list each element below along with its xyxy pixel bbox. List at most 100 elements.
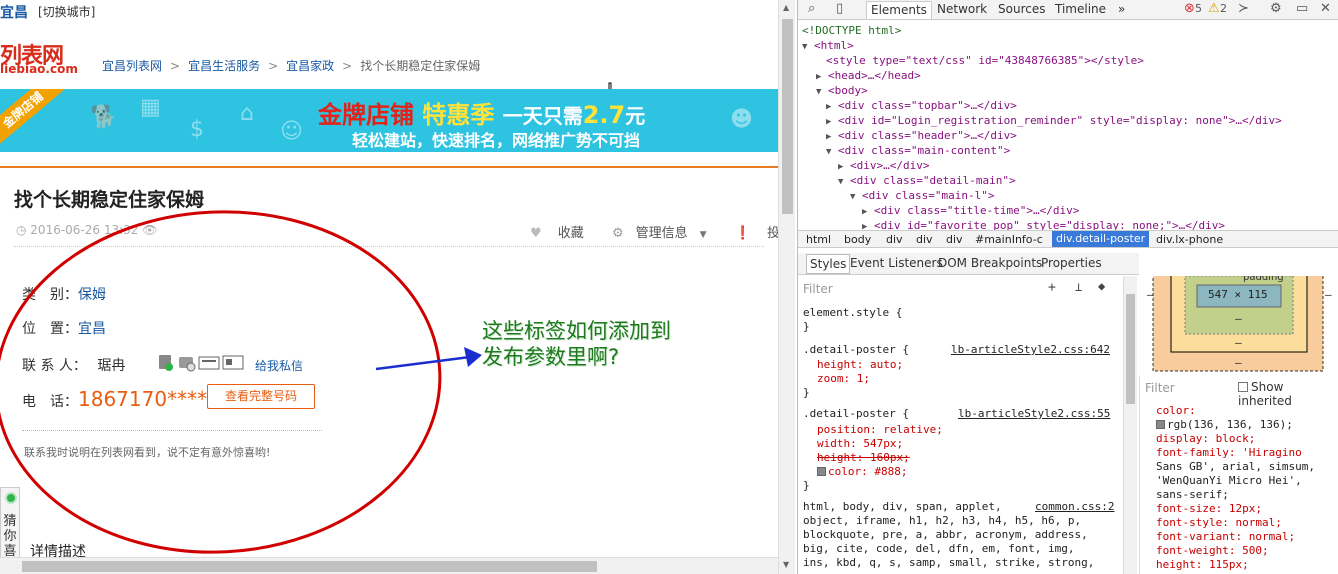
property-text[interactable]: position: relative;	[817, 423, 943, 436]
dom-node[interactable]: ▼ <div class="main-l">	[850, 189, 995, 202]
styles-scrollbar[interactable]	[1123, 276, 1137, 574]
close-icon[interactable]: ✕	[1320, 1, 1331, 16]
collapse-triangle-icon[interactable]: ▶	[816, 72, 821, 82]
collapse-triangle-icon[interactable]: ▶	[826, 102, 831, 112]
property-text[interactable]: zoom: 1;	[817, 372, 870, 385]
dom-node[interactable]: ▶ <div class="title-time">…</div>	[862, 204, 1079, 217]
dom-node[interactable]: <style type="text/css" id="43848766385">…	[826, 54, 1144, 67]
computed-prop[interactable]: font-style: normal;	[1156, 516, 1282, 529]
dom-node[interactable]: ▶ <div id="Login_registration_reminder" …	[826, 114, 1282, 127]
error-count[interactable]: 5	[1195, 2, 1202, 15]
property-text[interactable]: width: 547px;	[817, 437, 903, 450]
gear-icon[interactable]: ⚙	[1270, 1, 1282, 16]
collapse-triangle-icon[interactable]: ▶	[862, 207, 867, 217]
scrollbar-thumb[interactable]	[782, 19, 793, 214]
crumb-div[interactable]: div	[886, 233, 903, 246]
style-rule-selector[interactable]: .detail-poster {	[803, 407, 909, 420]
computed-prop[interactable]: sans-serif;	[1156, 488, 1229, 501]
style-rule-selector[interactable]: object, iframe, h1, h2, h3, h4, h5, h6, …	[803, 514, 1081, 527]
toggle-state-icon[interactable]: ◆	[1098, 279, 1105, 293]
computed-filter-input[interactable]: Filter	[1145, 381, 1175, 395]
computed-prop[interactable]: color:	[1156, 404, 1196, 417]
crumb-div[interactable]: div	[946, 233, 963, 246]
warning-count[interactable]: 2	[1220, 2, 1227, 15]
dom-node[interactable]: ▶ <div class="header">…</div>	[826, 129, 1017, 142]
scroll-down-icon[interactable]: ▼	[783, 560, 789, 569]
property-text[interactable]: color: #888;	[828, 465, 907, 478]
dom-node[interactable]: <!DOCTYPE html>	[802, 24, 901, 37]
style-property[interactable]: color: #888;	[817, 465, 907, 478]
dom-node[interactable]: ▶ <div class="topbar">…</div>	[826, 99, 1017, 112]
style-source-link[interactable]: lb-articleStyle2.css:642	[951, 343, 1110, 356]
tab-network[interactable]: Network	[933, 1, 991, 19]
tab-event-listeners[interactable]: Event Listeners	[850, 256, 943, 270]
style-property[interactable]: zoom: 1;	[817, 372, 870, 385]
horizontal-scrollbar[interactable]	[0, 557, 778, 574]
dom-node[interactable]: ▶ <div>…</div>	[838, 159, 930, 172]
crumb-maininfo[interactable]: #mainInfo-c	[975, 233, 1043, 246]
style-property[interactable]: position: relative;	[817, 423, 943, 436]
dom-node[interactable]: ▼ <div class="main-content">	[826, 144, 1010, 157]
dock-icon[interactable]: ▭	[1296, 1, 1308, 16]
device-mode-icon[interactable]: ▯	[836, 1, 843, 16]
styles-pane[interactable]: Filter + ⊥ ◆ element.style { } .detail-p…	[798, 276, 1123, 574]
more-tabs-button[interactable]: »	[1114, 1, 1129, 19]
color-swatch-icon[interactable]	[817, 467, 826, 476]
style-source-text[interactable]: common.css:2	[1035, 500, 1114, 513]
tab-styles[interactable]: Styles	[806, 254, 851, 274]
computed-prop[interactable]: Sans GB', arial, simsum,	[1156, 460, 1315, 473]
style-source-text[interactable]: lb-articleStyle2.css:642	[951, 343, 1110, 356]
computed-prop[interactable]: font-variant: normal;	[1156, 530, 1295, 543]
computed-pane[interactable]: Filter Show inherited color: rgb(136, 13…	[1139, 376, 1338, 574]
crumb-body[interactable]: body	[844, 233, 871, 246]
style-rule-selector[interactable]: big, cite, code, del, dfn, em, font, img…	[803, 542, 1075, 555]
expand-triangle-icon[interactable]: ▼	[802, 42, 807, 52]
dom-tree[interactable]: <!DOCTYPE html> ▼ <html> <style type="te…	[798, 21, 1338, 231]
pin-icon[interactable]: ⊥	[1075, 280, 1082, 294]
computed-prop[interactable]: font-weight: 500;	[1156, 544, 1269, 557]
scroll-up-icon[interactable]: ▲	[783, 3, 789, 12]
dom-node[interactable]: ▼ <div class="detail-main">	[838, 174, 1016, 187]
property-text[interactable]: height: 160px;	[817, 451, 910, 464]
scrollbar-thumb[interactable]	[22, 561, 597, 572]
style-property-overridden[interactable]: height: 160px;	[817, 451, 910, 464]
tab-sources[interactable]: Sources	[994, 1, 1049, 19]
dom-node[interactable]: ▼ <html>	[802, 39, 854, 52]
computed-prop[interactable]: font-size: 12px;	[1156, 502, 1262, 515]
collapse-triangle-icon[interactable]: ▶	[826, 132, 831, 142]
scrollbar-thumb[interactable]	[1126, 294, 1135, 404]
collapse-triangle-icon[interactable]: ▶	[838, 162, 843, 172]
style-source-link[interactable]: common.css:2	[1035, 500, 1114, 513]
computed-prop[interactable]: rgb(136, 136, 136);	[1156, 418, 1293, 431]
expand-triangle-icon[interactable]: ▼	[850, 192, 855, 202]
error-icon[interactable]: ⊗	[1184, 1, 1195, 16]
vertical-scrollbar[interactable]: ▲ ▼	[778, 0, 795, 574]
style-source-link[interactable]: lb-articleStyle2.css:55	[958, 407, 1110, 420]
dom-node[interactable]: ▶ <head>…</head>	[816, 69, 921, 82]
computed-prop[interactable]: height: 115px;	[1156, 558, 1249, 571]
style-property[interactable]: height: auto;	[817, 358, 903, 371]
style-rule-selector[interactable]: blockquote, pre, a, abbr, acronym, addre…	[803, 528, 1088, 541]
tab-properties[interactable]: Properties	[1041, 256, 1102, 270]
crumb-html[interactable]: html	[806, 233, 831, 246]
expand-triangle-icon[interactable]: ▼	[826, 147, 831, 157]
warning-icon[interactable]: ⚠	[1208, 1, 1220, 16]
style-rule-selector[interactable]: element.style {	[803, 306, 902, 319]
crumb-div[interactable]: div	[916, 233, 933, 246]
tab-elements[interactable]: Elements	[866, 1, 932, 19]
add-rule-icon[interactable]: +	[1048, 280, 1056, 295]
style-rule-selector[interactable]: html, body, div, span, applet,	[803, 500, 1002, 513]
inspect-search-icon[interactable]: ⌕	[808, 1, 815, 16]
crumb-lx-phone[interactable]: div.lx-phone	[1156, 233, 1223, 246]
crumb-detail-poster[interactable]: div.detail-poster	[1052, 231, 1150, 247]
computed-prop[interactable]: 'WenQuanYi Micro Hei',	[1156, 474, 1302, 487]
expand-triangle-icon[interactable]: ▼	[838, 177, 843, 187]
dom-node[interactable]: ▼ <body>	[816, 84, 868, 97]
expand-triangle-icon[interactable]: ▼	[816, 87, 821, 97]
style-property[interactable]: width: 547px;	[817, 437, 903, 450]
style-source-text[interactable]: lb-articleStyle2.css:55	[958, 407, 1110, 420]
show-inherited-checkbox[interactable]: Show inherited	[1238, 380, 1338, 408]
style-rule-selector[interactable]: .detail-poster {	[803, 343, 909, 356]
computed-prop[interactable]: font-family: 'Hiragino	[1156, 446, 1302, 459]
property-text[interactable]: height: auto;	[817, 358, 903, 371]
